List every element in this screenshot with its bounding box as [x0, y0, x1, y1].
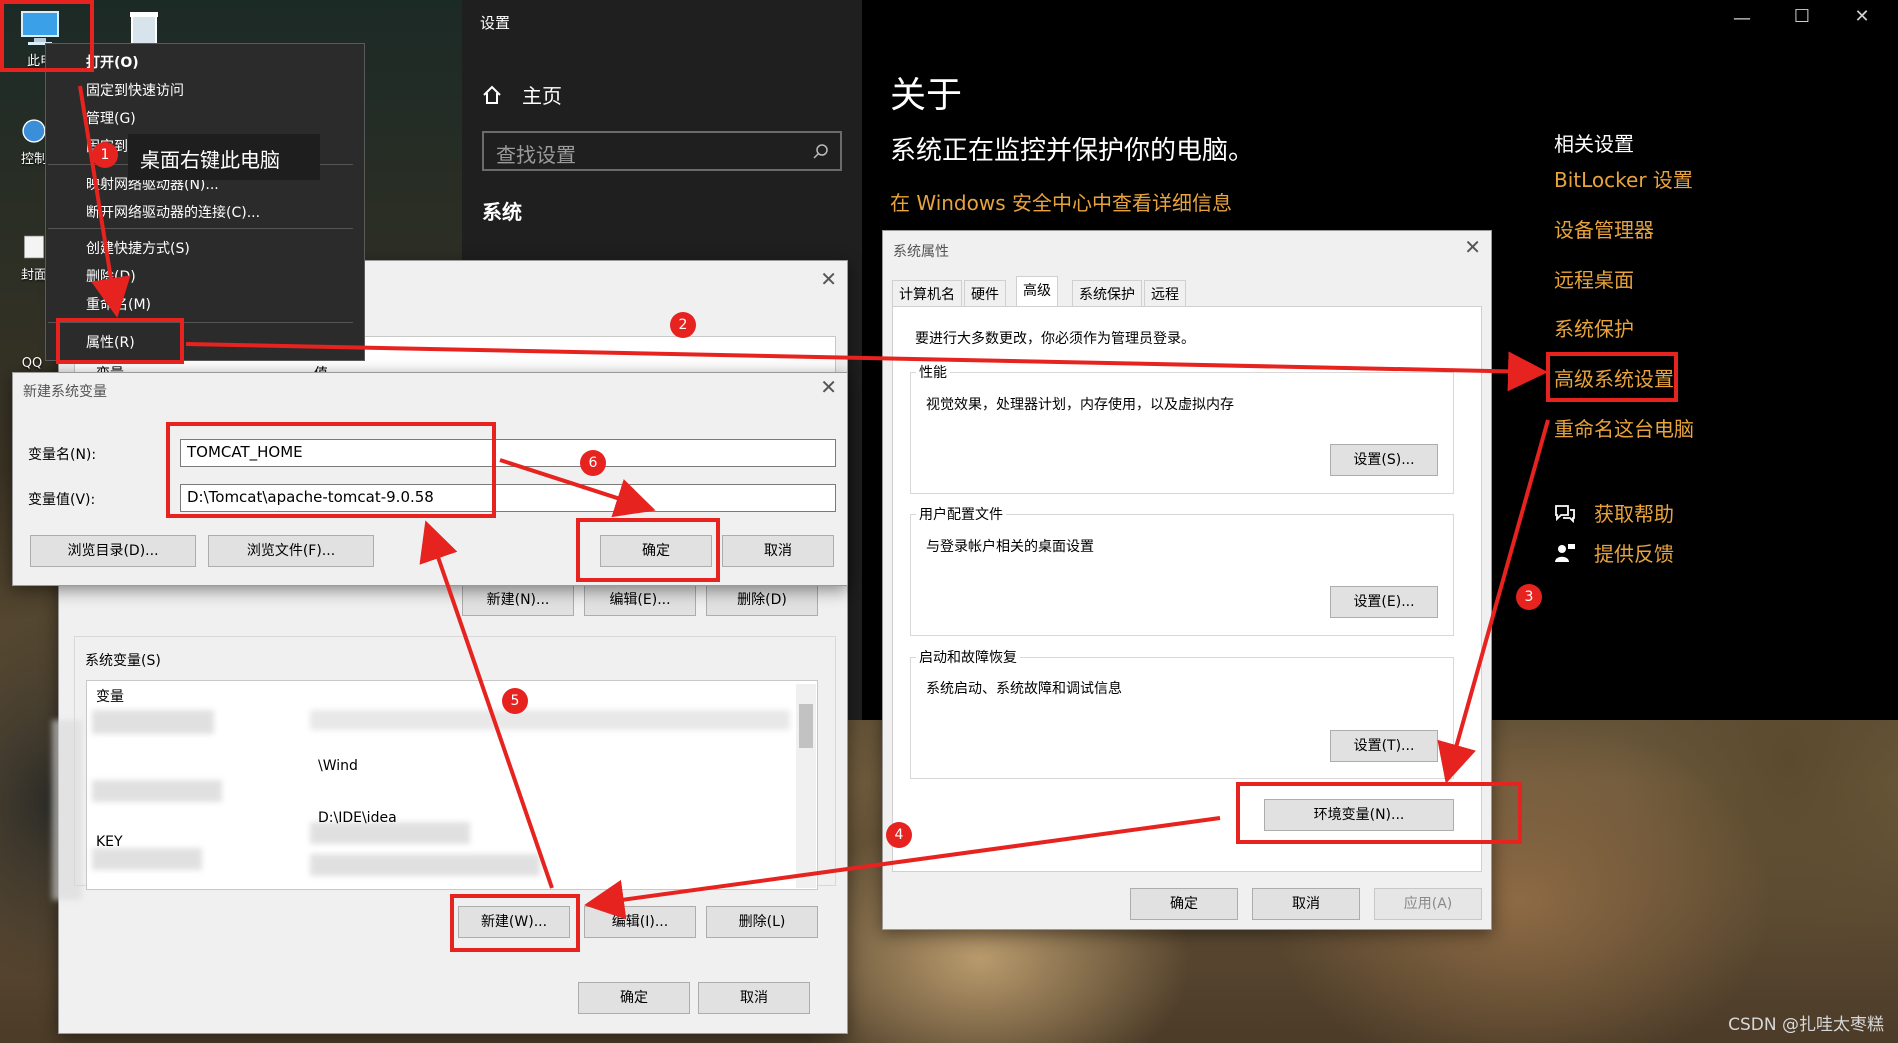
arrow-step-5 — [419, 520, 554, 889]
step-badge-6: 6 — [580, 450, 606, 476]
arrow-step-6 — [499, 458, 656, 518]
csdn-watermark: CSDN @扎哇太枣糕 — [1728, 1015, 1884, 1035]
step-badge-2: 2 — [670, 312, 696, 338]
arrow-step-1 — [78, 85, 131, 318]
arrow-step-2 — [185, 342, 1548, 392]
annotation-arrows — [78, 85, 1550, 920]
step-badge-5: 5 — [502, 688, 528, 714]
step-badge-3: 3 — [1516, 584, 1542, 610]
step-badge-1: 1 — [92, 142, 118, 168]
step-badge-4: 4 — [886, 822, 912, 848]
